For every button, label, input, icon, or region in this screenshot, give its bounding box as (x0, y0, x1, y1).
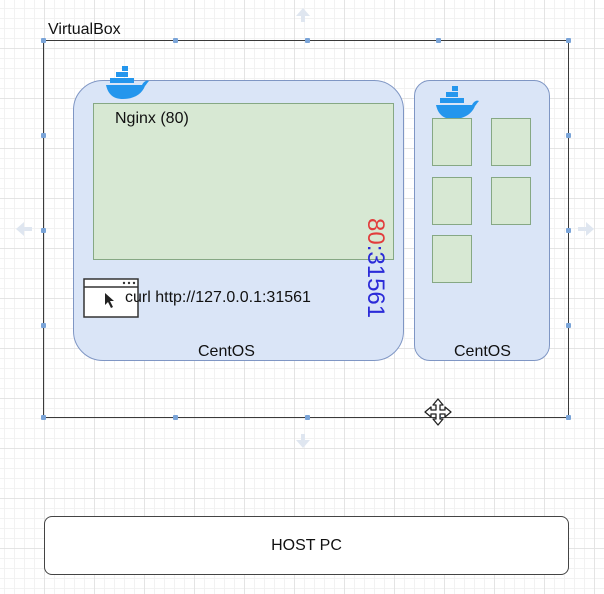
connection-arrow-icon[interactable] (576, 219, 596, 239)
container-box[interactable] (491, 177, 531, 225)
resize-handle[interactable] (566, 323, 571, 328)
resize-handle[interactable] (566, 228, 571, 233)
connection-arrow-icon[interactable] (293, 432, 313, 450)
port-mapping: 80:31561 (360, 218, 390, 336)
resize-handle[interactable] (566, 415, 571, 420)
host-pc-box[interactable]: HOST PC (44, 516, 569, 575)
container-port: 80 (362, 218, 389, 245)
curl-command: curl http://127.0.0.1:31561 (125, 289, 311, 306)
resize-handle[interactable] (41, 228, 46, 233)
centos-side-label: CentOS (454, 343, 511, 360)
nginx-label: Nginx (80) (115, 110, 189, 127)
docker-whale-icon (436, 86, 479, 119)
resize-handle[interactable] (305, 415, 310, 420)
resize-handle[interactable] (305, 38, 310, 43)
container-box[interactable] (432, 235, 472, 283)
connection-arrow-icon[interactable] (293, 6, 313, 24)
container-box[interactable] (432, 177, 472, 225)
connection-arrow-icon[interactable] (14, 219, 34, 239)
resize-handle[interactable] (566, 38, 571, 43)
resize-handle[interactable] (41, 38, 46, 43)
container-box[interactable] (432, 118, 472, 166)
resize-handle[interactable] (566, 133, 571, 138)
resize-handle[interactable] (41, 323, 46, 328)
move-cursor-icon (424, 398, 452, 426)
resize-handle[interactable] (436, 38, 441, 43)
resize-handle[interactable] (41, 415, 46, 420)
resize-handle[interactable] (41, 133, 46, 138)
virtualbox-label: VirtualBox (48, 21, 121, 38)
resize-handle[interactable] (173, 415, 178, 420)
container-box[interactable] (491, 118, 531, 166)
host-port: 31561 (362, 251, 389, 319)
centos-main-label: CentOS (198, 343, 255, 360)
docker-whale-icon (106, 66, 149, 99)
resize-handle[interactable] (173, 38, 178, 43)
